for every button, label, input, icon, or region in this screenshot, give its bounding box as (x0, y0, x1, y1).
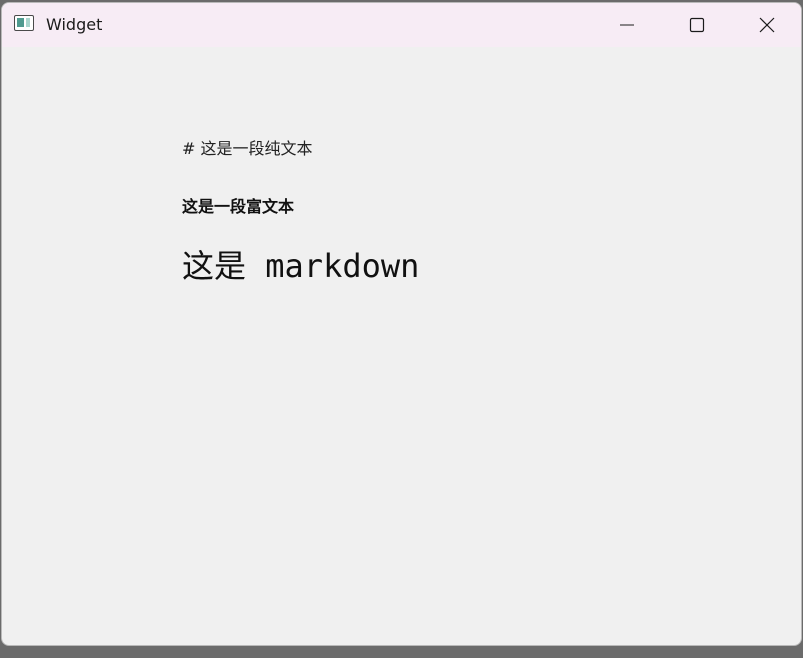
app-window: Widget # 这是一段纯文本 这是一段富文本 这是 markdown (1, 2, 802, 646)
title-bar[interactable]: Widget (2, 3, 801, 47)
rich-text-label: 这是一段富文本 (182, 197, 295, 216)
window-title: Widget (46, 15, 103, 34)
minimize-button[interactable] (592, 3, 662, 47)
markdown-heading-label: 这是 markdown (182, 247, 420, 285)
minimize-icon (620, 24, 634, 26)
close-icon (759, 17, 775, 33)
plain-text-label: # 这是一段纯文本 (182, 139, 313, 158)
app-icon-pane-left (17, 18, 24, 27)
maximize-icon (689, 17, 705, 33)
window-content: # 这是一段纯文本 这是一段富文本 这是 markdown (2, 47, 801, 645)
close-button[interactable] (732, 3, 801, 47)
maximize-button[interactable] (662, 3, 732, 47)
app-icon (14, 15, 34, 31)
app-icon-pane-right (26, 18, 30, 27)
